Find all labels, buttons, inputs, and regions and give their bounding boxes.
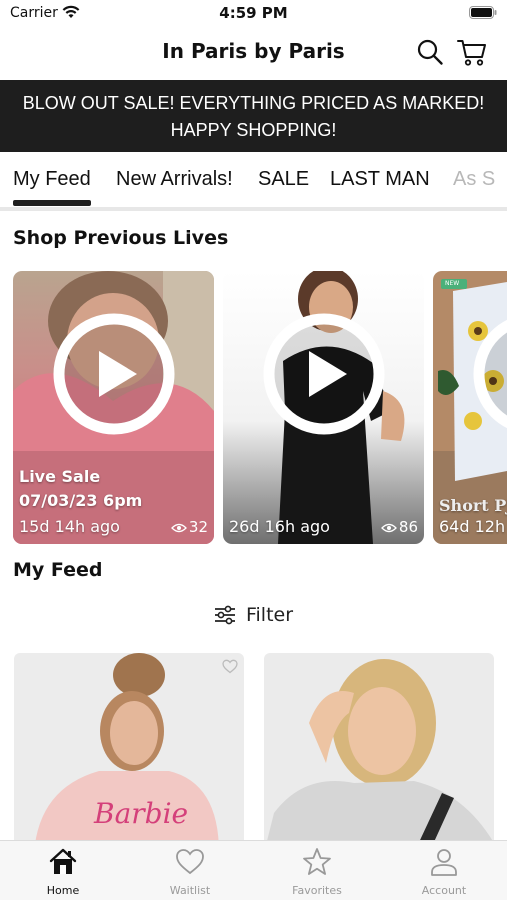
live-card[interactable]: 26d 16h ago 86 bbox=[223, 271, 424, 544]
promo-banner: BLOW OUT SALE! EVERYTHING PRICED AS MARK… bbox=[0, 80, 507, 152]
live-views: 32 bbox=[170, 518, 208, 536]
home-icon bbox=[49, 848, 77, 874]
live-title: Live Sale bbox=[19, 467, 101, 486]
tabbar-account-label: Account bbox=[421, 884, 467, 897]
live-views-count: 86 bbox=[398, 518, 418, 536]
product-card[interactable]: Barbie bbox=[14, 653, 244, 853]
promo-line-1: BLOW OUT SALE! EVERYTHING PRICED AS MARK… bbox=[22, 93, 485, 113]
tab-my-feed[interactable]: My Feed bbox=[13, 168, 91, 191]
clock: 4:59 PM bbox=[219, 4, 288, 22]
tab-active-indicator bbox=[13, 200, 91, 206]
status-bar: Carrier 4:59 PM bbox=[0, 0, 507, 28]
live-date: 07/03/23 6pm bbox=[19, 491, 143, 510]
tabbar-waitlist-label: Waitlist bbox=[169, 884, 211, 897]
product-image bbox=[264, 653, 494, 853]
lives-carousel[interactable]: Live Sale 07/03/23 6pm 15d 14h ago 32 26… bbox=[0, 271, 507, 545]
play-icon[interactable] bbox=[51, 311, 177, 437]
app-header: In Paris by Paris bbox=[0, 28, 507, 78]
tab-last-man[interactable]: LAST MAN bbox=[330, 168, 430, 191]
battery-icon bbox=[469, 6, 497, 19]
heart-icon[interactable] bbox=[222, 659, 238, 674]
promo-line-2: HAPPY SHOPPING! bbox=[170, 120, 337, 140]
tabbar-home-label: Home bbox=[46, 884, 80, 897]
eye-icon bbox=[170, 523, 187, 532]
tabs-divider bbox=[0, 207, 507, 211]
eye-icon bbox=[380, 523, 397, 532]
search-icon[interactable] bbox=[416, 38, 444, 66]
live-time-ago: 64d 12h bbox=[439, 517, 506, 536]
live-card[interactable]: NEW Short PJ 64d 12h bbox=[433, 271, 507, 544]
live-time-ago: 26d 16h ago bbox=[229, 517, 330, 536]
tabbar-account[interactable]: Account bbox=[381, 841, 507, 900]
tabbar-favorites[interactable]: Favorites bbox=[254, 841, 380, 900]
live-time-ago: 15d 14h ago bbox=[19, 517, 120, 536]
product-print-text: Barbie bbox=[93, 797, 188, 830]
tab-as-s[interactable]: As S bbox=[453, 168, 495, 191]
live-card[interactable]: Live Sale 07/03/23 6pm 15d 14h ago 32 bbox=[13, 271, 214, 544]
star-icon bbox=[303, 848, 331, 875]
live-views-count: 32 bbox=[188, 518, 208, 536]
section-title-feed: My Feed bbox=[13, 559, 103, 581]
tab-new-arrivals[interactable]: New Arrivals! bbox=[116, 168, 233, 191]
category-tabs: My Feed New Arrivals! SALE LAST MAN As S bbox=[0, 152, 507, 208]
bottom-tab-bar: Home Waitlist Favorites Account bbox=[0, 840, 507, 900]
filter-label: Filter bbox=[245, 604, 294, 626]
tabbar-waitlist[interactable]: Waitlist bbox=[127, 841, 253, 900]
live-views: 86 bbox=[380, 518, 418, 536]
heart-icon bbox=[176, 849, 204, 875]
product-image: Barbie bbox=[14, 653, 244, 853]
section-title-lives: Shop Previous Lives bbox=[13, 227, 229, 249]
cart-icon[interactable] bbox=[456, 36, 488, 68]
new-badge: NEW bbox=[445, 280, 460, 287]
play-icon[interactable] bbox=[471, 311, 507, 437]
tabbar-home[interactable]: Home bbox=[0, 841, 126, 900]
live-title: Short PJ bbox=[439, 496, 507, 515]
person-icon bbox=[431, 849, 457, 876]
play-icon[interactable] bbox=[261, 311, 387, 437]
sliders-icon bbox=[214, 605, 235, 625]
tab-sale[interactable]: SALE bbox=[258, 168, 309, 191]
product-card[interactable] bbox=[264, 653, 494, 853]
filter-button[interactable]: Filter bbox=[0, 604, 507, 634]
tabbar-favorites-label: Favorites bbox=[292, 884, 342, 897]
